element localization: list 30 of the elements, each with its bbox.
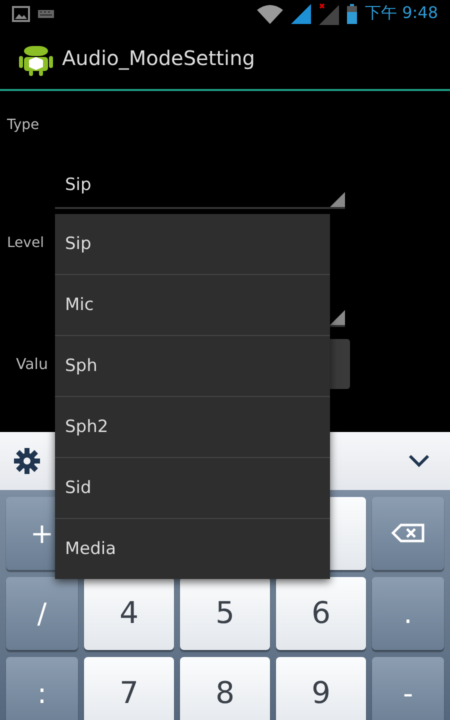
dropdown-option[interactable]: Sid [55,458,330,519]
wifi-icon [256,4,283,24]
key[interactable]: 8 [180,656,270,720]
dropdown-arrow-icon [330,192,345,207]
field-label: Valu [15,354,49,373]
dropdown-field[interactable]: Sip [55,164,345,209]
key[interactable]: 6 [276,576,366,650]
clock: 下午 9:48 [364,3,438,24]
battery-icon [346,4,357,24]
key[interactable]: 5 [180,576,270,650]
keyboard-icon [38,10,54,18]
backspace-icon [391,523,425,544]
key[interactable]: 9 [276,656,366,720]
key[interactable]: 7 [84,656,174,720]
key[interactable]: . [372,576,444,650]
app-title: Audio_ModeSetting [62,46,255,70]
dropdown-option[interactable]: Sip [55,214,330,275]
field-label: Type [7,116,40,135]
backspace-key[interactable] [372,496,444,570]
picture-icon [12,6,30,22]
key[interactable]: 4 [84,576,174,650]
no-signal-icon [318,2,339,25]
chevron-down-icon[interactable] [408,454,430,468]
settings-icon[interactable] [14,448,40,474]
field-label: Level [7,234,44,253]
dropdown-arrow-icon [330,310,345,325]
dropdown-option[interactable]: Mic [55,275,330,336]
dropdown-option[interactable]: Sph [55,336,330,397]
dropdown-option[interactable]: Sph2 [55,397,330,458]
signal-icon [290,4,311,24]
